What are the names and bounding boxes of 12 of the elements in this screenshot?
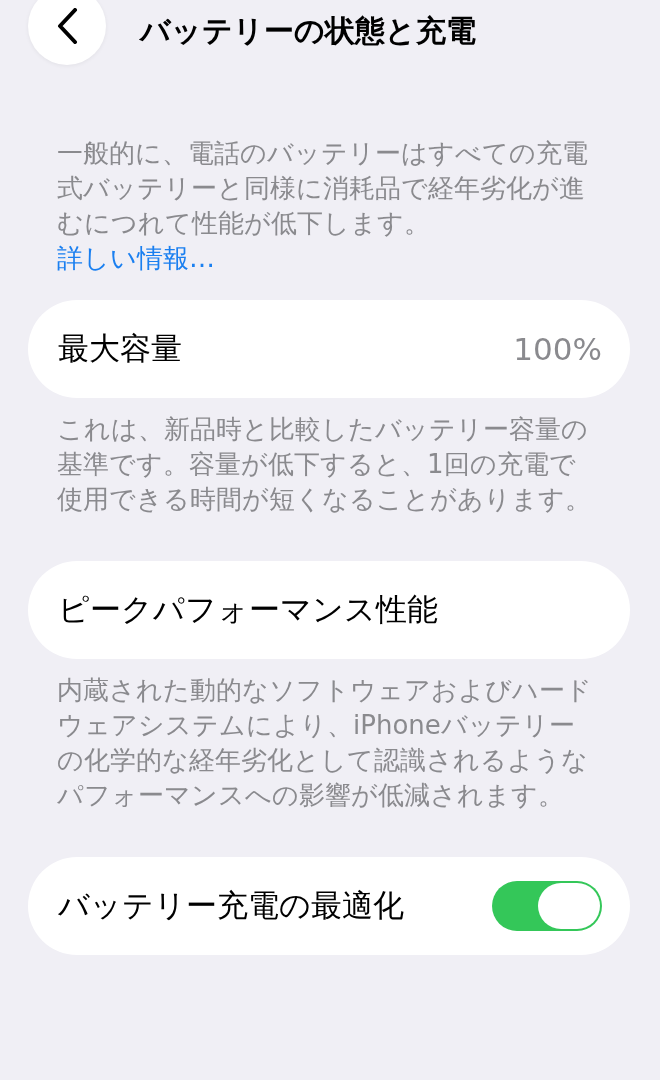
description-text: 一般的に、電話のバッテリーはすべての充電式バッテリーと同様に消耗品で経年劣化が進むにつれて性能が低下します。 bbox=[57, 137, 589, 240]
row-label: バッテリー充電の最適化 bbox=[58, 886, 404, 925]
row-value: 100% bbox=[513, 331, 602, 367]
row-label: ピークパフォーマンス性能 bbox=[58, 590, 438, 629]
footer-text: これは、新品時と比較したバッテリー容量の基準です。容量が低下すると、1回の充電で使用できる時間が短くなることがあります。 bbox=[56, 413, 592, 516]
back-button[interactable] bbox=[28, 0, 106, 65]
toggle-switch[interactable] bbox=[492, 881, 602, 931]
learn-more-link[interactable]: 詳しい情報… bbox=[57, 241, 215, 276]
chevron-left-icon bbox=[56, 8, 78, 44]
footer-text: 内蔵された動的なソフトウェアおよびハードウェアシステムにより、iPhoneバッテリーの化学的な経年劣化として認識されるようなパフォーマンスへの影響が低減されます。 bbox=[56, 674, 593, 812]
page-title: バッテリーの状態と充電 bbox=[140, 11, 476, 50]
row-label: 最大容量 bbox=[58, 329, 182, 368]
